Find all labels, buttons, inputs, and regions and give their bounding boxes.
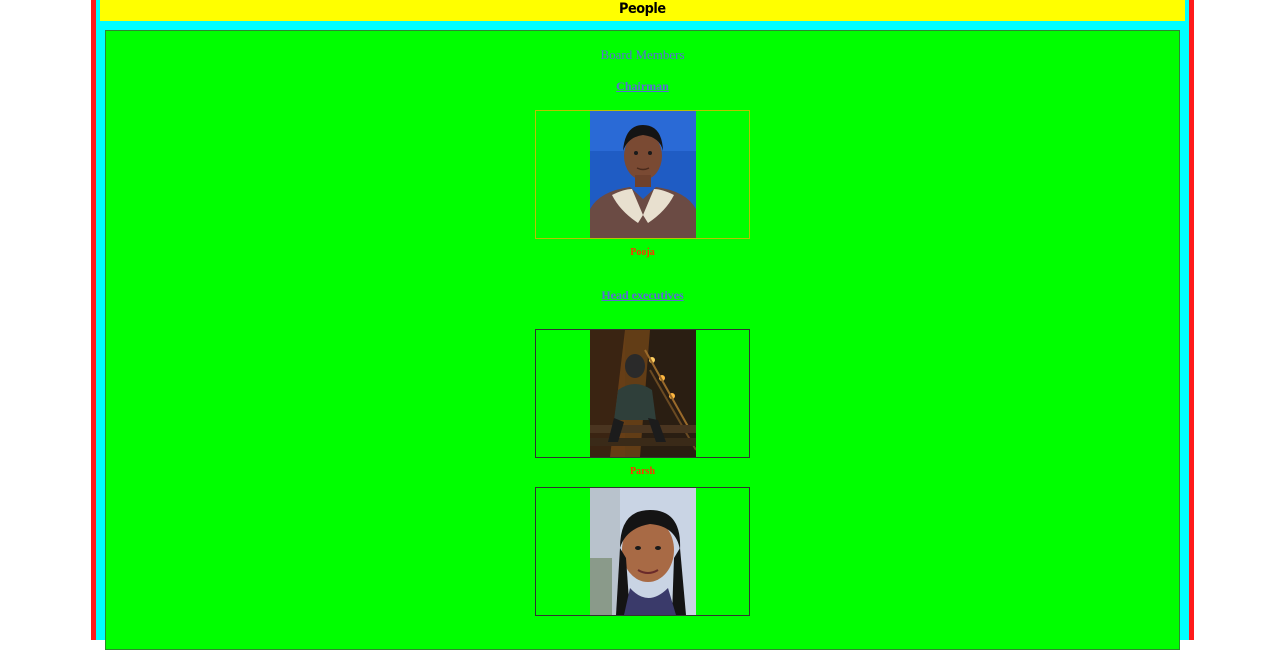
executive-photo xyxy=(590,330,696,457)
executive-photo-frame xyxy=(535,329,750,458)
page-title: People xyxy=(619,1,666,17)
head-executives-heading-link[interactable]: Head executives xyxy=(106,288,1179,303)
board-members-panel: Board Members Chairman Pooja Head execut… xyxy=(105,30,1180,650)
board-members-caption: Board Members xyxy=(600,47,685,62)
page-outer-frame: People Board Members Chairman Pooja Head… xyxy=(91,0,1194,650)
portrait-photo-icon xyxy=(590,111,696,238)
header-bar: People xyxy=(100,0,1185,21)
portrait-photo-icon xyxy=(590,330,696,457)
chairman-photo-frame xyxy=(535,110,750,239)
executive-photo xyxy=(590,488,696,615)
chairman-photo xyxy=(590,111,696,238)
page-inner-frame: People Board Members Chairman Pooja Head… xyxy=(96,0,1189,650)
chairman-name: Pooja xyxy=(630,247,655,258)
executive-photo-frame xyxy=(535,487,750,616)
executive-name: Parsh xyxy=(630,466,655,477)
chairman-heading-link[interactable]: Chairman xyxy=(106,79,1179,94)
portrait-photo-icon xyxy=(590,488,696,615)
